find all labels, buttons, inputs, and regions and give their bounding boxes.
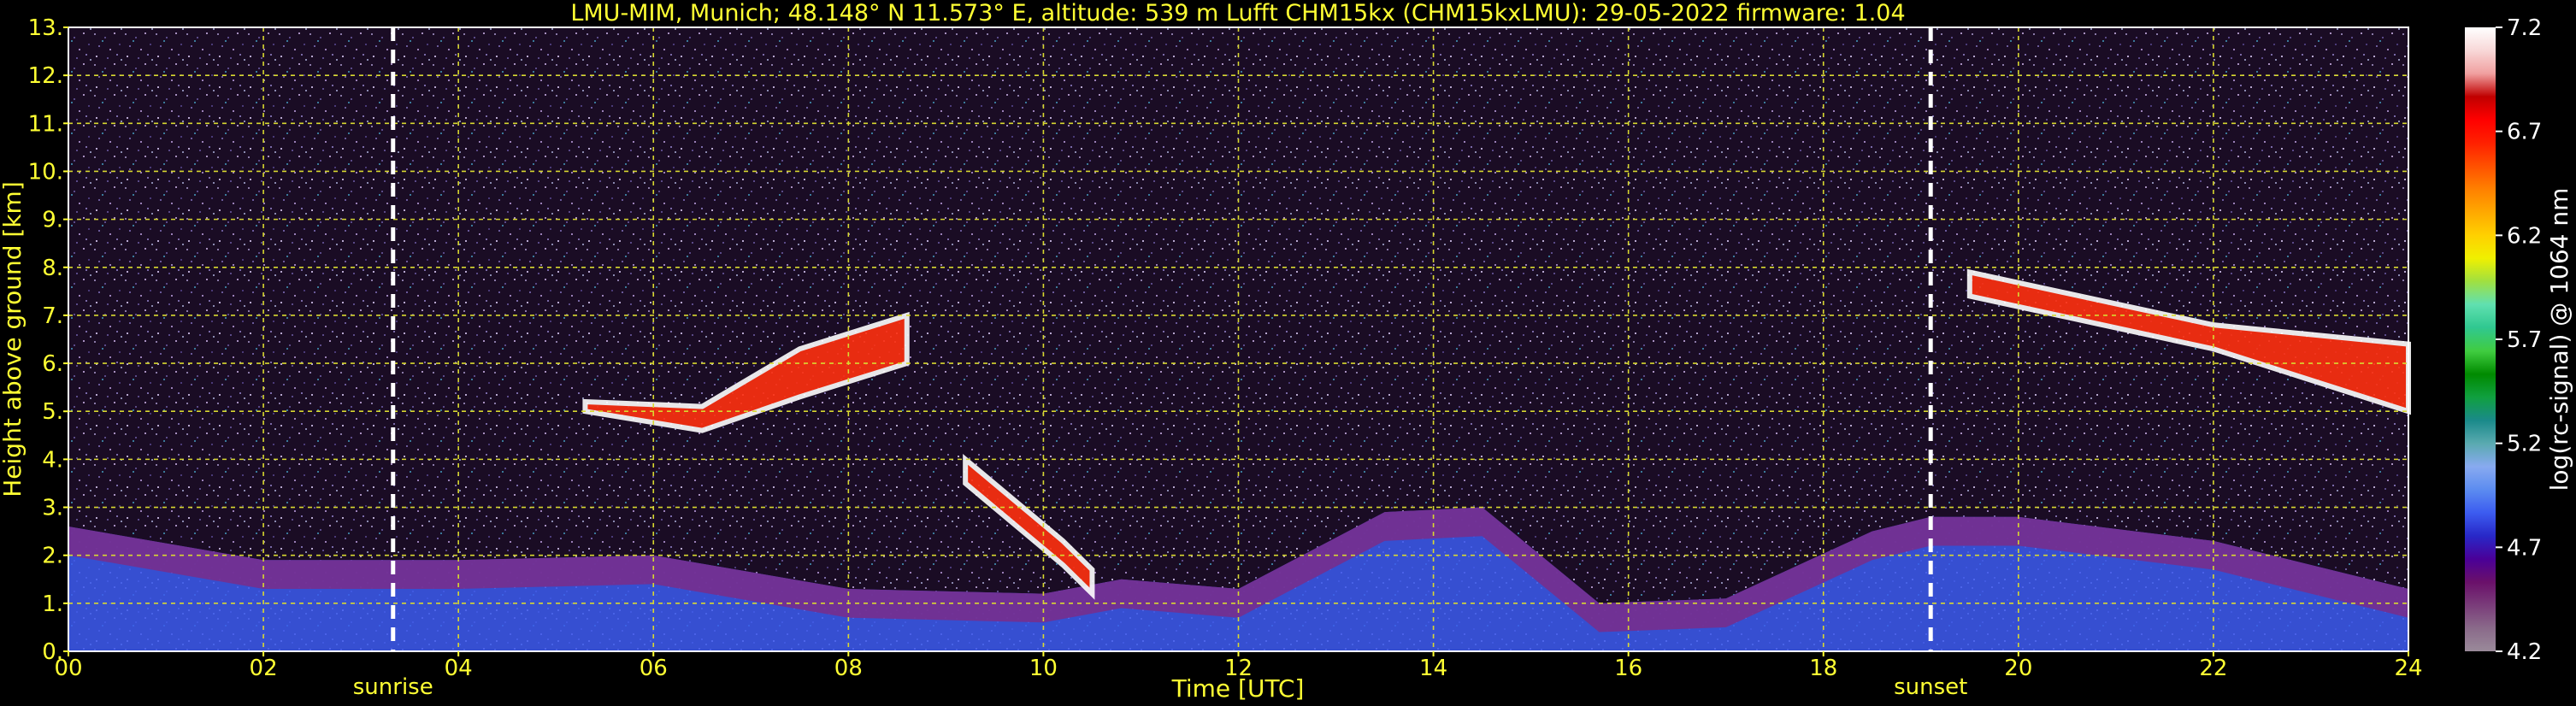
y-tick-label: 2. (42, 544, 63, 569)
x-tick-label: 02 (250, 656, 278, 681)
y-tick-label: 1. (42, 591, 63, 617)
colorbar-label: log(rc-signal) @ 1064 nm (2545, 188, 2573, 491)
y-tick-label: 12. (28, 63, 63, 89)
y-tick-label: 3. (42, 496, 63, 521)
x-tick-label: 20 (2004, 656, 2032, 681)
lidar-chart: sunrise sunset 0.1.2.3.4.5.6.7.8.9.10.11.… (0, 0, 2573, 703)
colorbar-tick-label: 4.7 (2507, 535, 2542, 561)
y-tick-label: 8. (42, 256, 63, 281)
x-tick-label: 10 (1029, 656, 1058, 681)
y-tick-label: 7. (42, 303, 63, 329)
x-tick-label: 00 (54, 656, 82, 681)
colorbar-tick-label: 6.2 (2507, 223, 2542, 249)
y-axis-label: Height above ground [km] (0, 181, 27, 497)
colorbar-tick-label: 5.7 (2507, 327, 2542, 353)
sunset-label: sunset (1894, 674, 1967, 700)
colorbar-tick-label: 6.7 (2507, 120, 2542, 145)
y-tick-label: 11. (28, 111, 63, 137)
x-tick-label: 14 (1419, 656, 1447, 681)
x-tick-label: 04 (445, 656, 473, 681)
y-tick-label: 13. (28, 15, 63, 41)
x-tick-label: 16 (1614, 656, 1642, 681)
y-tick-label: 6. (42, 351, 63, 377)
x-tick-label: 08 (834, 656, 863, 681)
x-tick-label: 18 (1809, 656, 1837, 681)
y-tick-label: 5. (42, 399, 63, 425)
y-tick-label: 4. (42, 447, 63, 473)
sunrise-label: sunrise (353, 674, 433, 700)
colorbar-tick-label: 5.2 (2507, 432, 2542, 457)
colorbar-ticks: 4.2 4.7 5.2 5.7 6.2 6.7 7.2 (2496, 15, 2542, 665)
colorbar-tick-label: 7.2 (2507, 15, 2542, 41)
colorbar-tick-label: 4.2 (2507, 639, 2542, 665)
chart-title: LMU-MIM, Munich; 48.148° N 11.573° E, al… (570, 0, 1905, 26)
x-tick-label: 22 (2199, 656, 2227, 681)
y-tick-label: 9. (42, 208, 63, 233)
y-tick-label: 10. (28, 159, 63, 185)
x-axis-label: Time [UTC] (1171, 674, 1305, 703)
x-tick-label: 06 (640, 656, 668, 681)
x-tick-label: 24 (2394, 656, 2422, 681)
colorbar (2465, 27, 2496, 651)
y-tick-labels: 0.1.2.3.4.5.6.7.8.9.10.11.12.13. (28, 15, 68, 665)
